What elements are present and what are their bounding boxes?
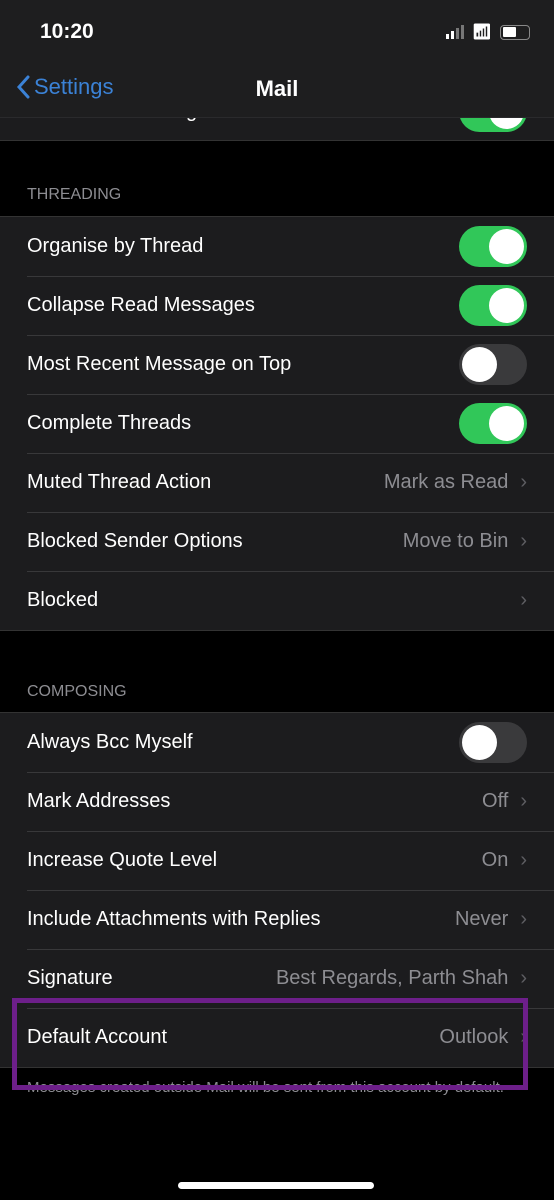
row-label: Blocked Sender Options — [27, 530, 243, 552]
setting-row[interactable]: Increase Quote Level On › — [0, 831, 554, 890]
cellular-signal-icon — [445, 25, 464, 39]
row-label: Signature — [27, 967, 113, 989]
row-label: Mark Addresses — [27, 790, 171, 812]
row-label: Include Attachments with Replies — [27, 908, 321, 930]
status-time: 10:20 — [40, 20, 94, 43]
setting-row[interactable]: Blocked › — [0, 571, 554, 630]
row-value: Never — [454, 908, 509, 930]
chevron-right-icon: › — [520, 589, 527, 611]
row-label: Collapse Read Messages — [27, 294, 255, 316]
chevron-right-icon: › — [520, 471, 527, 493]
highlight-box — [12, 998, 528, 1090]
chevron-right-icon: › — [520, 908, 527, 930]
setting-row[interactable]: Blocked Sender Options Move to Bin › — [0, 512, 554, 571]
wifi-icon: 📶︎ — [471, 24, 492, 41]
chevron-right-icon: › — [520, 967, 527, 989]
row-label: Most Recent Message on Top — [27, 353, 292, 375]
row-value: Off — [482, 790, 509, 812]
setting-row[interactable]: Most Recent Message on Top — [0, 335, 554, 394]
row-label: Muted Thread Action — [27, 471, 212, 493]
row-value: Best Regards, Parth Shah — [275, 967, 509, 989]
toggle-switch[interactable] — [459, 403, 527, 444]
row-label: Blocked — [27, 589, 99, 611]
row-label: Increase Quote Level — [27, 849, 218, 871]
setting-row[interactable]: Collapse Read Messages — [0, 276, 554, 335]
toggle-switch[interactable] — [459, 722, 527, 763]
toggle-switch[interactable] — [459, 344, 527, 385]
chevron-right-icon: › — [520, 849, 527, 871]
section-header-threading: THREADING — [27, 186, 122, 203]
chevron-right-icon: › — [520, 530, 527, 552]
row-label: Always Bcc Myself — [27, 731, 193, 753]
toggle-switch[interactable] — [459, 285, 527, 326]
setting-row[interactable]: Mark Addresses Off › — [0, 772, 554, 831]
chevron-right-icon: › — [520, 790, 527, 812]
row-label: Organise by Thread — [27, 235, 204, 257]
row-value: Move to Bin — [402, 530, 509, 552]
status-icons: 📶︎ — [445, 22, 530, 42]
row-label: Complete Threads — [27, 412, 192, 434]
setting-row[interactable]: Organise by Thread — [0, 217, 554, 276]
page-title: Mail — [255, 76, 299, 101]
row-value: Mark as Read — [383, 471, 509, 493]
navigation-bar: 10:20 📶︎ Settings Mail — [0, 0, 554, 118]
battery-icon — [500, 24, 530, 40]
setting-row[interactable]: Always Bcc Myself — [0, 713, 554, 772]
toggle-switch[interactable] — [459, 226, 527, 267]
setting-row[interactable]: Include Attachments with Replies Never › — [0, 890, 554, 949]
home-indicator[interactable] — [178, 1182, 374, 1189]
setting-row[interactable]: Complete Threads — [0, 394, 554, 453]
threading-group: Organise by Thread Collapse Read Messages… — [0, 216, 554, 631]
row-value: On — [481, 849, 509, 871]
setting-row[interactable]: Muted Thread Action Mark as Read › — [0, 453, 554, 512]
section-header-composing: COMPOSING — [27, 683, 127, 700]
